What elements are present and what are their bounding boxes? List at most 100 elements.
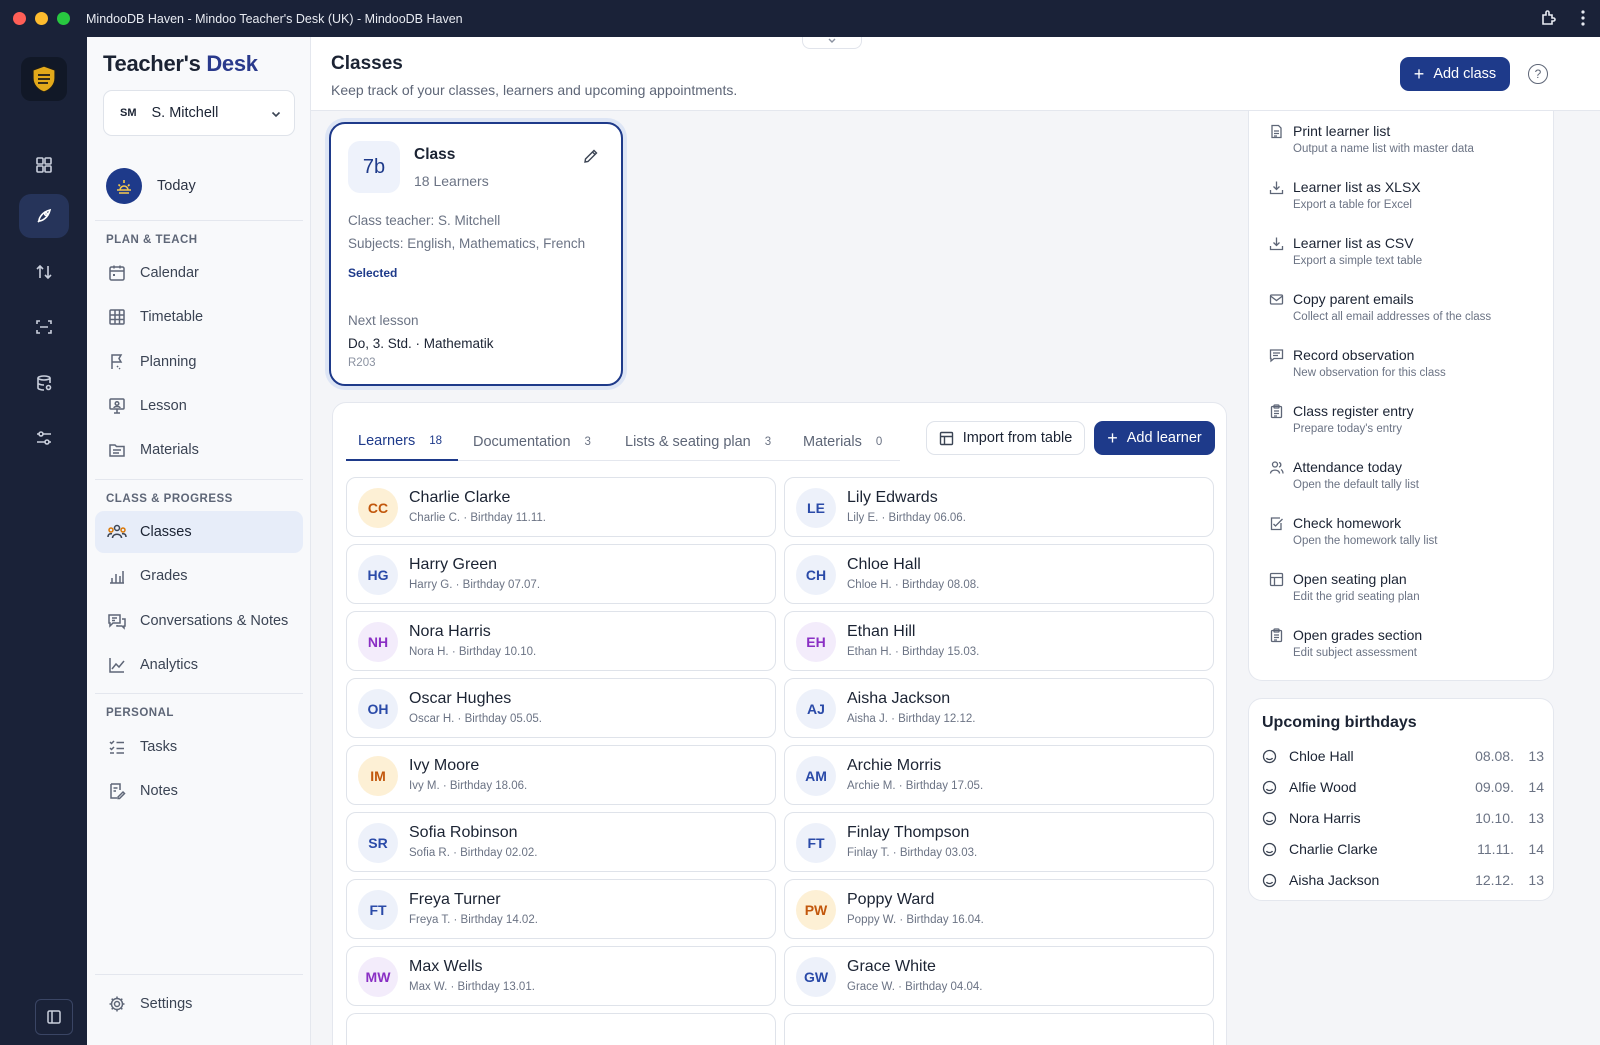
rail-launch[interactable] (19, 194, 69, 238)
tab-learners[interactable]: Learners 18 (346, 422, 458, 461)
maximize-window-button[interactable] (57, 12, 70, 25)
birthday-name: Charlie Clarke (1289, 841, 1378, 857)
sliders-icon (37, 431, 51, 445)
learner-name: Poppy Ward (847, 891, 935, 908)
learner-card[interactable]: AJ Aisha Jackson Aisha J. · Birthday 12.… (784, 678, 1214, 738)
tab-documentation[interactable]: Documentation 3 (473, 422, 591, 461)
sidebar-item-settings[interactable]: Settings (95, 983, 303, 1025)
learner-card[interactable]: SR Sofia Robinson Sofia R. · Birthday 02… (346, 812, 776, 872)
import-from-table-button[interactable]: Import from table (926, 421, 1085, 455)
user-select[interactable]: SM S. Mitchell (103, 90, 295, 136)
action-title: Copy parent emails (1293, 291, 1414, 307)
sidebar-item-planning[interactable]: Planning (95, 341, 303, 383)
sidebar-item-notes[interactable]: Notes (95, 770, 303, 812)
learner-card[interactable]: FT Freya Turner Freya T. · Birthday 14.0… (346, 879, 776, 939)
add-learner-button[interactable]: + Add learner (1094, 421, 1215, 455)
sidebar-item-label: Timetable (140, 309, 204, 325)
rail-scan[interactable] (19, 305, 69, 349)
birthday-name: Chloe Hall (1289, 748, 1354, 764)
action-attendance-today[interactable]: Attendance today Open the default tally … (1269, 459, 1549, 499)
birthday-row[interactable]: Chloe Hall 08.08. 13 (1262, 747, 1544, 767)
action-class-register-entry[interactable]: Class register entry Prepare today's ent… (1269, 403, 1549, 443)
add-class-button[interactable]: + Add class (1400, 57, 1510, 91)
sidebar-item-label: Calendar (140, 265, 199, 281)
tab-bar: Learners 18 Documentation 3 Lists & seat… (346, 422, 900, 461)
page-header: Classes Keep track of your classes, lear… (311, 37, 1600, 111)
sidebar-divider (95, 479, 303, 480)
action-subtitle: Collect all email addresses of the class (1293, 311, 1492, 323)
nav-today[interactable]: Today (106, 168, 196, 204)
learner-card[interactable]: AM Archie Morris Archie M. · Birthday 17… (784, 745, 1214, 805)
sidebar-item-tasks[interactable]: Tasks (95, 726, 303, 768)
class-card[interactable]: 7b Class 18 Learners Class teacher: S. M… (329, 122, 623, 386)
learner-name: Freya Turner (409, 891, 501, 908)
sidebar-item-calendar[interactable]: Calendar (95, 252, 303, 294)
birthday-row[interactable]: Alfie Wood 09.09. 14 (1262, 778, 1544, 798)
sidebar-item-conversations[interactable]: Conversations & Notes (95, 600, 303, 642)
action-record-observation[interactable]: Record observation New observation for t… (1269, 347, 1549, 387)
learner-card[interactable]: EH Ethan Hill Ethan H. · Birthday 15.03. (784, 611, 1214, 671)
birthday-row[interactable]: Nora Harris 10.10. 13 (1262, 809, 1544, 829)
action-title: Learner list as XLSX (1293, 179, 1421, 195)
tab-count: 18 (429, 434, 443, 447)
bar-chart-icon (107, 566, 127, 586)
action-open-grades-section[interactable]: Open grades section Edit subject assessm… (1269, 627, 1549, 667)
rail-sync[interactable] (19, 250, 69, 294)
birthdays-title: Upcoming birthdays (1262, 714, 1417, 731)
section-class-progress: CLASS & PROGRESS (106, 493, 233, 505)
tab-count: 3 (764, 435, 772, 448)
learner-card[interactable]: CC Charlie Clarke Charlie C. · Birthday … (346, 477, 776, 537)
pull-down-tab[interactable] (802, 37, 862, 49)
rail-dashboard[interactable] (19, 143, 69, 187)
learner-name: Max Wells (409, 958, 483, 975)
birthday-date: 11.11. (1477, 841, 1514, 857)
learner-card[interactable]: HG Harry Green Harry G. · Birthday 07.07… (346, 544, 776, 604)
chevron-down-icon (828, 38, 836, 43)
sidebar-item-label: Materials (140, 442, 199, 458)
sidebar-item-timetable[interactable]: Timetable (95, 296, 303, 338)
action-open-seating-plan[interactable]: Open seating plan Edit the grid seating … (1269, 571, 1549, 611)
minimize-window-button[interactable] (35, 12, 48, 25)
sidebar-divider (95, 974, 303, 975)
page-subtitle: Keep track of your classes, learners and… (331, 82, 738, 98)
action-export-xlsx[interactable]: Learner list as XLSX Export a table for … (1269, 179, 1549, 219)
edit-pencil-icon[interactable] (583, 148, 599, 169)
action-copy-parent-emails[interactable]: Copy parent emails Collect all email add… (1269, 291, 1549, 331)
birthday-row[interactable]: Charlie Clarke 11.11. 14 (1262, 840, 1544, 860)
learner-card[interactable]: CH Chloe Hall Chloe H. · Birthday 08.08. (784, 544, 1214, 604)
action-print-learner-list[interactable]: Print learner list Output a name list wi… (1269, 123, 1549, 163)
sidebar-item-analytics[interactable]: Analytics (95, 644, 303, 686)
close-window-button[interactable] (13, 12, 26, 25)
sidebar-item-grades[interactable]: Grades (95, 555, 303, 597)
more-vertical-icon[interactable] (1580, 9, 1586, 27)
tab-lists-seating[interactable]: Lists & seating plan 3 (625, 422, 771, 461)
learner-card[interactable]: GW Grace White Grace W. · Birthday 04.04… (784, 946, 1214, 1006)
learner-details: Archie M. · Birthday 17.05. (847, 780, 984, 792)
birthday-row[interactable]: Aisha Jackson 12.12. 13 (1262, 871, 1544, 891)
extension-icon[interactable] (1540, 9, 1558, 27)
sidebar-item-lesson[interactable]: Lesson (95, 385, 303, 427)
learner-card[interactable]: MW Max Wells Max W. · Birthday 13.01. (346, 946, 776, 1006)
learner-card[interactable]: NH Nora Harris Nora H. · Birthday 10.10. (346, 611, 776, 671)
learner-card[interactable]: OH Oscar Hughes Oscar H. · Birthday 05.0… (346, 678, 776, 738)
learner-card[interactable] (346, 1013, 776, 1045)
learner-card[interactable] (784, 1013, 1214, 1045)
rail-database[interactable] (19, 361, 69, 405)
action-export-csv[interactable]: Learner list as CSV Export a simple text… (1269, 235, 1549, 275)
sidebar-item-materials[interactable]: Materials (95, 429, 303, 471)
learner-card[interactable]: IM Ivy Moore Ivy M. · Birthday 18.06. (346, 745, 776, 805)
action-check-homework[interactable]: Check homework Open the homework tally l… (1269, 515, 1549, 555)
cake-icon (1262, 873, 1277, 888)
learner-card[interactable]: FT Finlay Thompson Finlay T. · Birthday … (784, 812, 1214, 872)
learner-card[interactable]: LE Lily Edwards Lily E. · Birthday 06.06… (784, 477, 1214, 537)
action-title: Open seating plan (1293, 571, 1407, 587)
rail-settings[interactable] (19, 416, 69, 460)
tab-materials[interactable]: Materials 0 (803, 422, 882, 461)
tab-label: Materials (803, 433, 862, 450)
learner-name: Ethan Hill (847, 623, 916, 640)
learner-card[interactable]: PW Poppy Ward Poppy W. · Birthday 16.04. (784, 879, 1214, 939)
toggle-sidebar-button[interactable] (35, 999, 73, 1035)
help-button[interactable]: ? (1528, 64, 1548, 84)
sidebar-item-classes[interactable]: Classes (95, 511, 303, 553)
add-learner-label: Add learner (1126, 430, 1202, 446)
